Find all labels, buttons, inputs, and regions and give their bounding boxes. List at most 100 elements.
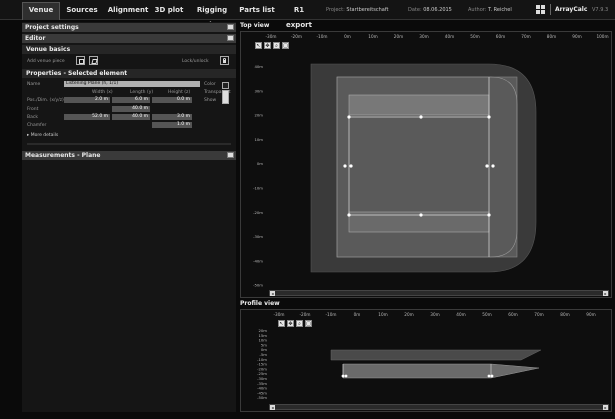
add-shape-button[interactable] [89, 56, 98, 65]
axis-tick-label: 30m [254, 88, 263, 93]
more-details-toggle[interactable]: ▸ More details [27, 133, 58, 138]
front-zone [348, 94, 490, 116]
axis-tick-label: 30m [419, 34, 428, 39]
scroll-left-icon[interactable]: ◂ [270, 291, 275, 296]
scroll-right-icon[interactable]: ▸ [603, 291, 608, 296]
axis-tick-label: 0m [344, 34, 351, 39]
row-pos-label: Pos./Dim. (x/y/z) [27, 98, 64, 103]
axis-tick-label: 20m [404, 312, 413, 317]
project-settings-title: Project settings [25, 24, 79, 31]
profile-lower-plane [342, 363, 540, 379]
main-tab-bar: Venue Sources Alignment 3D plot Rigging … [0, 0, 615, 29]
col-length-label: Length (y) [130, 90, 154, 95]
profile-view-drawing: -30m -20m -10m 0m 10m 20m 30m 40m 50m 60m 70m 80m 90… [257, 312, 596, 400]
axis-tick-label: -50m [253, 283, 263, 288]
scrollbar-track[interactable] [27, 143, 231, 145]
editor-title: Editor [25, 35, 46, 42]
axis-tick-label: 0m [354, 312, 361, 317]
profile-view-y-ticks: 20m15m10m5m0m-5m-10m-15m-20m-25m-30m-35m… [257, 328, 267, 400]
axis-tick-label: -10m [317, 34, 328, 39]
transparency-slider[interactable] [222, 90, 229, 104]
color-picker[interactable] [222, 82, 229, 89]
top-view-y-ticks: 40m 30m 20m 10m 0m -10m -20m -30m -40m -50m [253, 64, 263, 288]
axis-tick-label: -10m [253, 186, 263, 191]
axis-tick-label: 60m [508, 312, 517, 317]
back-x-input[interactable]: 52.0 m [64, 114, 110, 120]
profile-view-title: Profile view [240, 300, 280, 307]
profile-view-x-ticks: -30m -20m -10m 0m 10m 20m 30m 40m 50m 60m 70m 80m 90… [274, 312, 596, 317]
project-value: Startbereitschaft [346, 7, 389, 13]
axis-tick-label: -20m [253, 210, 263, 215]
axis-tick-label: 10m [378, 312, 387, 317]
profile-upper-plane [330, 349, 542, 361]
top-view-drawing: -30m -20m -10m 0m 10m 20m 30m 40m 50m 60m 70m 80m 90… [253, 34, 608, 288]
author-label: Author: [468, 7, 487, 13]
top-view-canvas[interactable]: ↖ ✥ ⌕ ▢ -30m -20m -10m 0m 10m 20m 30m 40m 50m 60m… [240, 31, 612, 298]
axis-tick-label: 100m [596, 34, 608, 39]
tab-parts-list[interactable]: Parts list [238, 3, 276, 18]
profile-view-scrollbar[interactable]: ◂ ▸ [269, 404, 609, 410]
axis-tick-label: 50m [482, 312, 491, 317]
axis-tick-label: -30m [266, 34, 277, 39]
row-chamfer-label: Chamfer [27, 123, 47, 128]
row-back-label: Back [27, 115, 38, 120]
pos-x-input[interactable]: 2.0 m [64, 97, 110, 103]
editor-header[interactable]: Editor [22, 34, 236, 43]
date-info: Date: 08.06.2015 [408, 7, 452, 13]
axis-tick-label: 40m [254, 64, 263, 69]
add-venue-piece-label: Add venue piece [27, 59, 65, 64]
axis-tick-label: -10m [326, 312, 337, 317]
divider [550, 4, 551, 15]
tab-3d-plot[interactable]: 3D plot [152, 3, 186, 18]
measurements-title: Measurements - Plane [25, 152, 101, 159]
tab-rigging-plot[interactable]: Rigging plot [188, 3, 236, 29]
tab-r1-export[interactable]: R1 export [280, 3, 318, 29]
front-y-input[interactable]: 40.0 m [112, 106, 150, 112]
collapse-icon[interactable] [227, 24, 234, 30]
add-rect-button[interactable] [76, 56, 85, 65]
scroll-left-icon[interactable]: ◂ [270, 405, 275, 410]
axis-tick-label: 80m [560, 312, 569, 317]
color-label: Color [204, 82, 216, 87]
profile-view-canvas[interactable]: ↖ ✥ ⌕ ▢ -30m -20m -10m 0m 10m 20m 30m 40m 50m 60m… [240, 309, 612, 412]
axis-tick-label: 10m [368, 34, 377, 39]
pos-z-input[interactable]: 0.0 m [152, 97, 192, 103]
author-value: T. Reichel [488, 7, 512, 13]
axis-tick-label: 20m [254, 113, 263, 118]
axis-tick-label: -30m [274, 312, 285, 317]
tab-sources[interactable]: Sources [62, 3, 102, 18]
grid-menu-icon[interactable] [536, 5, 545, 14]
collapse-icon[interactable] [227, 152, 234, 158]
name-input[interactable]: Listening Plane (h, 1/1) [64, 81, 200, 87]
top-view-scrollbar[interactable]: ◂ ▸ [269, 290, 609, 296]
author-info: Author: T. Reichel [468, 7, 512, 13]
measurements-header[interactable]: Measurements - Plane [22, 151, 236, 160]
name-label: Name [27, 82, 41, 87]
properties-header: Properties - Selected element [22, 69, 236, 78]
axis-tick-label: -20m [300, 312, 311, 317]
axis-tick-label: -50m [257, 395, 267, 400]
axis-tick-label: 30m [430, 312, 439, 317]
chamfer-input[interactable]: 1.0 m [152, 122, 192, 128]
app-name: ArrayCalc [555, 6, 588, 13]
scroll-right-icon[interactable]: ▸ [603, 405, 608, 410]
axis-tick-label: 20m [394, 34, 403, 39]
app-version: V7.9.3 [592, 7, 609, 13]
axis-tick-label: 70m [521, 34, 530, 39]
lock-unlock-label: Lock/unlock [182, 59, 209, 64]
pos-y-input[interactable]: 6.0 m [112, 97, 150, 103]
lock-icon[interactable] [220, 56, 229, 65]
axis-tick-label: 80m [547, 34, 556, 39]
collapse-icon[interactable] [227, 35, 234, 41]
tab-venue[interactable]: Venue [22, 2, 60, 20]
axis-tick-label: 90m [586, 312, 595, 317]
tab-alignment[interactable]: Alignment [106, 3, 150, 18]
back-z-input[interactable]: 3.0 m [152, 114, 192, 120]
axis-tick-label: -20m [291, 34, 302, 39]
date-label: Date: [408, 7, 422, 13]
axis-tick-label: 0m [257, 161, 263, 166]
project-settings-header[interactable]: Project settings [22, 23, 236, 32]
back-y-input[interactable]: 40.0 m [112, 114, 150, 120]
top-view-title: Top view [240, 22, 270, 29]
project-info: Project: Startbereitschaft [326, 7, 388, 13]
